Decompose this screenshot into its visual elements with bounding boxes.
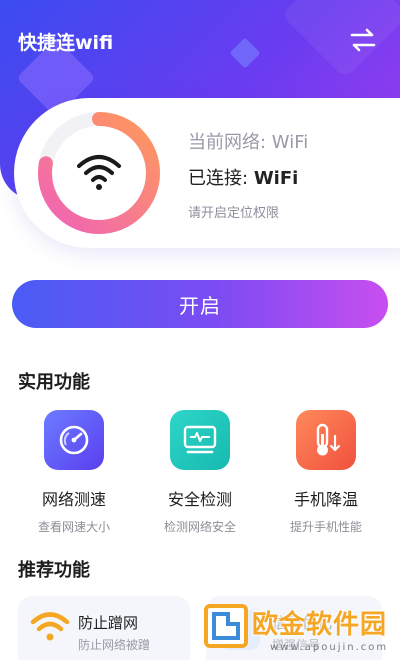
recommended-anti-leech[interactable]: 防止蹭网 防止网络被蹭 (18, 596, 190, 660)
start-button[interactable]: 开启 (12, 280, 388, 328)
speedometer-icon (44, 410, 104, 470)
watermark-url: www.apoujin.com (270, 642, 389, 653)
feature-phone-cooling[interactable]: 手机降温 提升手机性能 (266, 410, 386, 535)
feature-security-check[interactable]: 安全检测 检测网络安全 (140, 410, 260, 535)
app-title: 快捷连wifi (18, 32, 114, 54)
network-status-card: 当前网络: WiFi 已连接: WiFi 请开启定位权限 (14, 98, 400, 248)
thermometer-icon (296, 410, 356, 470)
feature-desc: 检测网络安全 (163, 520, 236, 534)
connection-ring (36, 110, 162, 236)
feature-desc: 查看网速大小 (37, 520, 110, 534)
wifi-icon (76, 152, 122, 192)
feature-name: 手机降温 (293, 490, 358, 509)
connected-network-name: WiFi (253, 168, 299, 189)
feature-speed-test[interactable]: 网络测速 查看网速大小 (14, 410, 134, 535)
connected-prefix: 已连接: (188, 168, 249, 189)
connected-status: 已连接: WiFi (188, 164, 298, 190)
watermark-logo-icon (204, 604, 248, 648)
feature-desc: 提升手机性能 (289, 520, 362, 534)
watermark: 欧金软件园 www.apoujin.com (200, 598, 400, 660)
decorative-diamond (229, 37, 261, 69)
switch-icon[interactable] (348, 26, 378, 54)
wifi-icon (30, 610, 70, 642)
location-permission-link[interactable]: 请开启定位权限 (188, 202, 279, 221)
feature-name: 安全检测 (167, 490, 232, 509)
monitor-pulse-icon (170, 410, 230, 470)
watermark-text: 欧金软件园 (252, 610, 388, 640)
decorative-diamond (281, 0, 400, 79)
current-network-label: 当前网络: WiFi (188, 132, 309, 153)
recommended-desc: 防止网络被蹭 (78, 638, 151, 652)
feature-name: 网络测速 (41, 490, 106, 509)
practical-section-title: 实用功能 (18, 372, 90, 393)
recommended-section-title: 推荐功能 (18, 560, 90, 581)
recommended-name: 防止蹭网 (78, 614, 139, 632)
